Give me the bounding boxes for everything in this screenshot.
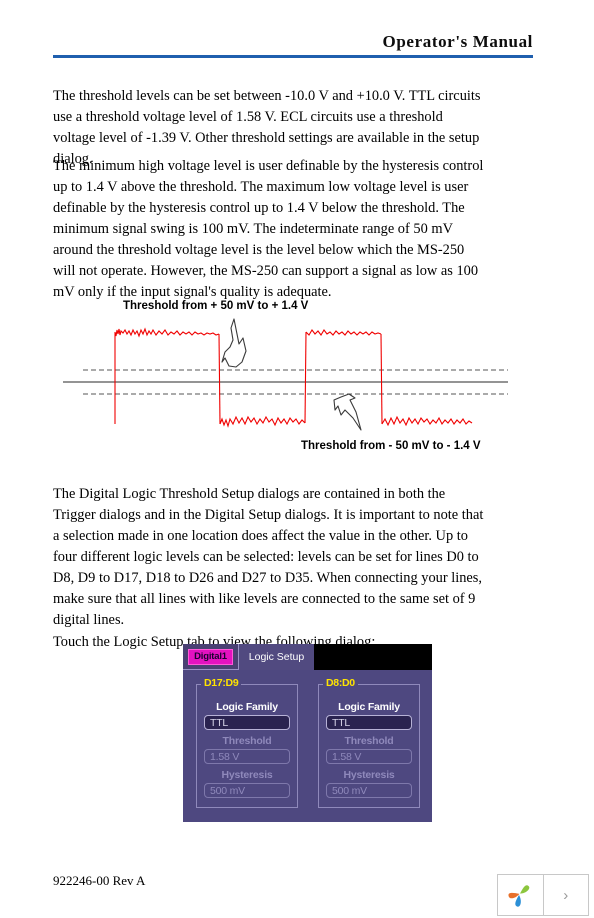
dialog-body: D17:D9 Logic Family TTL Threshold 1.58 V…	[183, 670, 432, 822]
dialog-tab-bar: Digital1 Logic Setup	[183, 644, 432, 670]
label-hysteresis-d17-d9: Hysteresis	[221, 769, 273, 781]
field-threshold-d17-d9: 1.58 V	[204, 749, 290, 764]
label-threshold-d8-d0: Threshold	[344, 735, 394, 747]
paragraph-voltage-levels: The minimum high voltage level is user d…	[53, 158, 484, 301]
label-threshold-d17-d9: Threshold	[222, 735, 272, 747]
tab-logic-setup[interactable]: Logic Setup	[239, 644, 314, 670]
field-hysteresis-d17-d9: 500 mV	[204, 783, 290, 798]
next-page-chevron-icon[interactable]: ›	[544, 875, 589, 915]
group-legend-d8-d0: D8:D0	[323, 677, 358, 689]
label-logic-family-d17-d9: Logic Family	[216, 701, 278, 713]
group-panel-d8-d0: D8:D0 Logic Family TTL Threshold 1.58 V …	[318, 677, 420, 808]
header-divider	[53, 55, 533, 58]
page-title: Operator's Manual	[382, 32, 533, 51]
waveform-figure: Threshold from + 50 mV to + 1.4 V Thresh…	[53, 296, 533, 461]
footer-widget[interactable]: ›	[497, 874, 589, 916]
label-hysteresis-d8-d0: Hysteresis	[343, 769, 395, 781]
page-header: Operator's Manual	[53, 32, 533, 58]
brand-logo-icon	[498, 875, 544, 915]
figure-caption-top: Threshold from + 50 mV to + 1.4 V	[123, 300, 309, 312]
annotation-arrow-lower	[333, 393, 362, 431]
tab-logic-setup-label: Logic Setup	[248, 651, 305, 663]
field-logic-family-d17-d9[interactable]: TTL	[204, 715, 290, 730]
field-logic-family-d8-d0[interactable]: TTL	[326, 715, 412, 730]
footer-document-number: 922246-00 Rev A	[53, 873, 146, 888]
field-threshold-d8-d0: 1.58 V	[326, 749, 412, 764]
logic-setup-dialog[interactable]: Digital1 Logic Setup D17:D9 Logic Family…	[183, 644, 432, 822]
paragraph-logic-threshold-dialogs: The Digital Logic Threshold Setup dialog…	[53, 486, 484, 629]
field-hysteresis-d8-d0: 500 mV	[326, 783, 412, 798]
group-legend-d17-d9: D17:D9	[201, 677, 242, 689]
tab-digital1-label: Digital1	[188, 648, 233, 665]
figure-caption-bottom: Threshold from - 50 mV to - 1.4 V	[301, 440, 481, 452]
waveform-diagram	[63, 318, 508, 431]
tab-digital1[interactable]: Digital1	[183, 644, 239, 670]
group-panel-d17-d9: D17:D9 Logic Family TTL Threshold 1.58 V…	[196, 677, 298, 808]
signal-trace	[114, 327, 473, 428]
label-logic-family-d8-d0: Logic Family	[338, 701, 400, 713]
annotation-arrow-upper	[221, 318, 247, 368]
